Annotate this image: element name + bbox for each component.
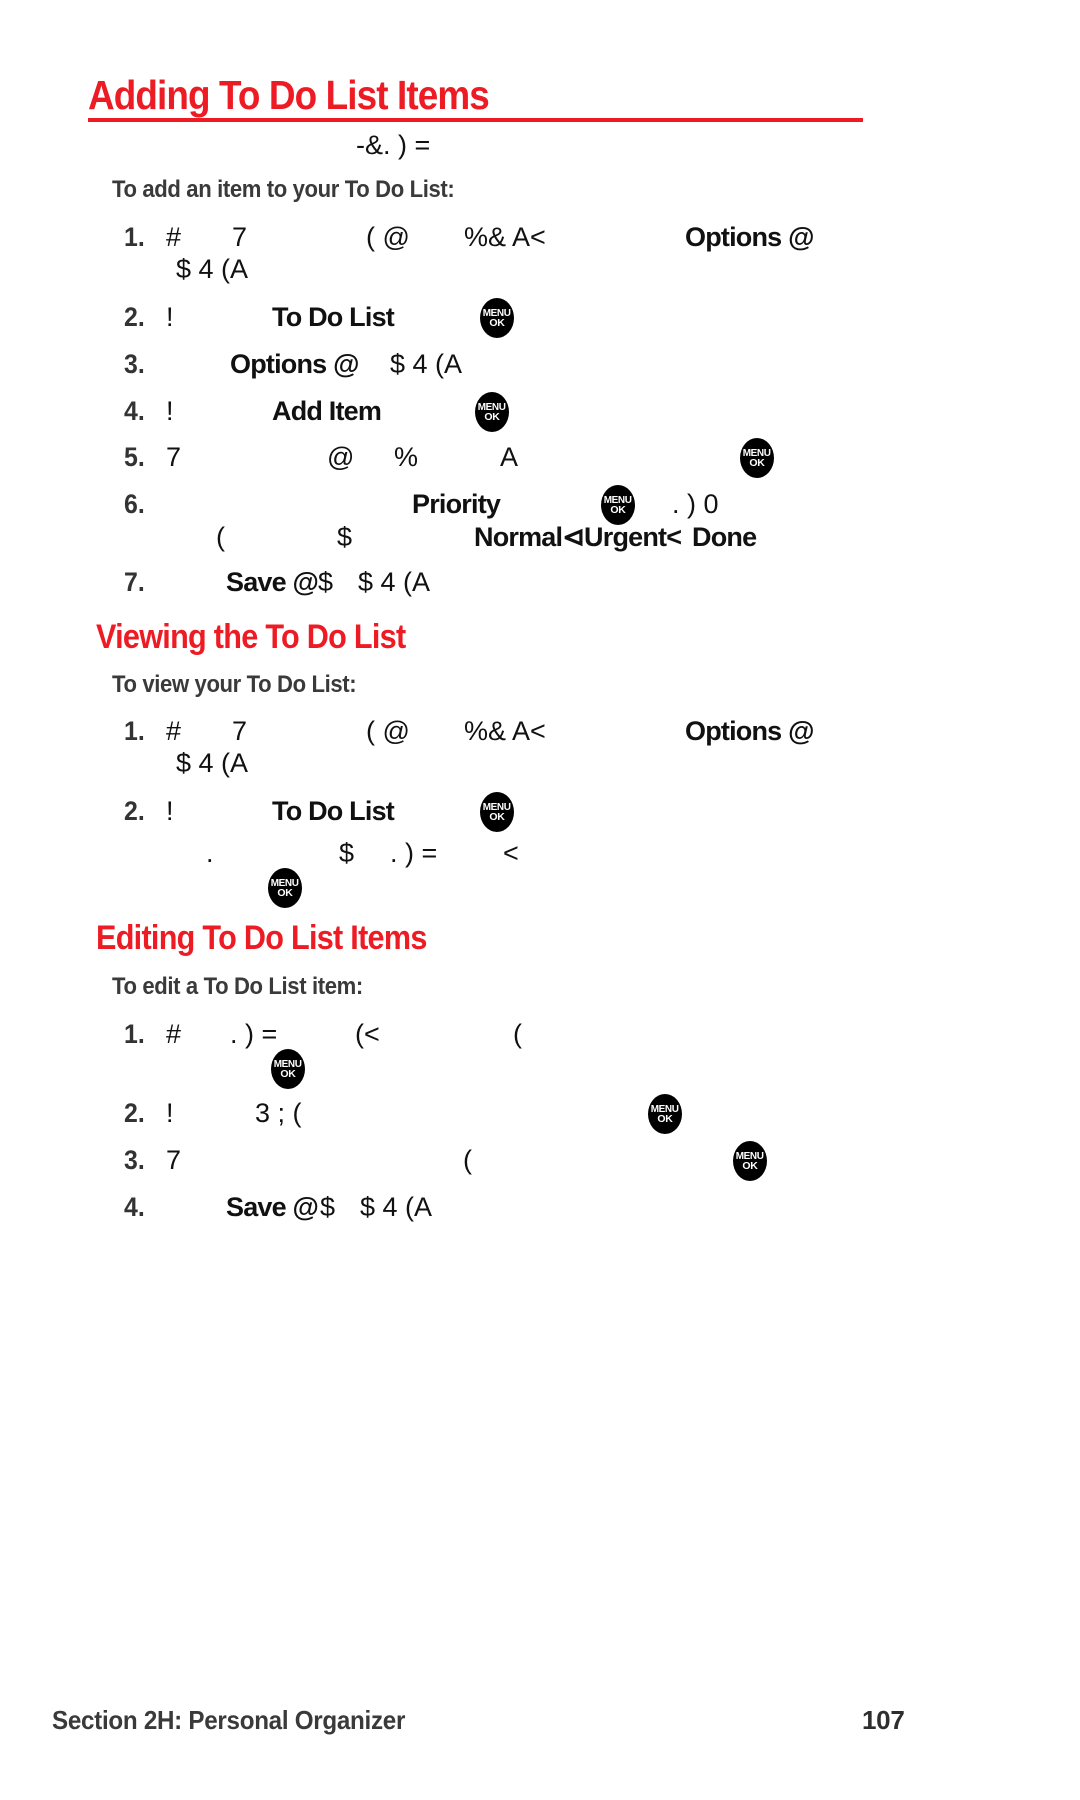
list-item-softkey-save: Save @ [226,567,319,597]
list-item-menu-add-item: Add Item [272,396,382,426]
menu-ok-key-line1: MENU [483,306,511,319]
menu-ok-key-line2: OK [484,411,500,423]
menu-ok-key-line1: MENU [274,1057,302,1070]
menu-ok-key-icon: MENU OK [480,298,514,338]
menu-ok-key-line1: MENU [271,876,299,889]
list-item-text: ( [216,522,225,552]
list-item-text: $ 4 (A [176,254,249,284]
footer-section-label: Section 2H: Personal Organizer [52,1705,406,1735]
list-item-text: ! [166,396,174,426]
menu-ok-key-icon: MENU OK [271,1049,305,1089]
list-item-text: ( [463,1145,472,1175]
lead-glyph-line: -&. ) = [356,130,431,160]
list-item-softkey-options: Options @ [230,349,359,379]
menu-ok-key-icon: MENU OK [648,1094,682,1134]
menu-ok-key-line1: MENU [604,493,632,506]
footer-page-number: 107 [862,1705,905,1735]
list-item-text: . ) = [230,1019,278,1049]
list-item-text: $ [339,838,355,868]
list-item-menu-to-do-list: To Do List [272,796,395,826]
list-item-text: $ 4 (A [360,1192,433,1222]
heading-rule [88,118,863,122]
list-item-text: %& A< [464,222,546,252]
menu-ok-key-line2: OK [489,811,505,823]
list-item-text: # [166,1019,182,1049]
menu-ok-key-line2: OK [610,504,626,516]
list-item-text: %& A< [464,716,546,746]
list-item-text: ! [166,1098,174,1128]
list-item-text: # [166,222,182,252]
list-item-text: @ [327,442,355,472]
list-marker: 2. [124,1098,145,1128]
list-marker: 4. [124,1192,145,1222]
menu-ok-key-icon: MENU OK [733,1141,767,1181]
list-marker: 6. [124,489,145,519]
menu-ok-key-icon: MENU OK [268,868,302,908]
menu-ok-key-line1: MENU [483,800,511,813]
list-marker: 3. [124,349,145,379]
list-item-text: ( @ [366,222,410,252]
list-item-softkey-save: Save @ [226,1192,319,1222]
list-marker: 1. [124,716,145,746]
list-item-text: . [206,838,214,868]
list-item-text: 7 [232,716,248,746]
list-marker: 7. [124,567,145,597]
list-item-text: < [503,838,519,868]
manual-page: Adding To Do List Items -&. ) = To add a… [0,0,1080,1800]
list-item-text: $ [318,567,334,597]
list-item-text: . ) = [390,838,438,868]
list-item-text: ! [166,302,174,332]
list-item-option-done: Done [692,522,757,552]
menu-ok-key-line2: OK [742,1160,758,1172]
list-item-text: 7 [232,222,248,252]
list-item-text: ( @ [366,716,410,746]
menu-ok-key-line2: OK [489,317,505,329]
list-marker: 4. [124,396,145,426]
list-item-text: ! [166,796,174,826]
menu-ok-key-line2: OK [277,887,293,899]
list-item-text: # [166,716,182,746]
intro-viewing: To view your To Do List: [112,671,357,698]
list-item-text: 7 [166,1145,182,1175]
list-marker: 5. [124,442,145,472]
list-item-text: . ) 0 [672,489,719,519]
list-marker: 2. [124,302,145,332]
menu-ok-key-line1: MENU [478,400,506,413]
list-marker: 1. [124,222,145,252]
menu-ok-key-line2: OK [657,1113,673,1125]
menu-ok-key-icon: MENU OK [740,438,774,478]
list-item-menu-to-do-list: To Do List [272,302,395,332]
menu-ok-key-icon: MENU OK [480,792,514,832]
list-item-field-priority: Priority [412,489,501,519]
menu-ok-key-line1: MENU [736,1149,764,1162]
section-heading-adding: Adding To Do List Items [88,72,490,118]
menu-ok-key-line2: OK [749,457,765,469]
intro-adding: To add an item to your To Do List: [112,176,455,203]
list-item-softkey-options: Options @ [685,222,814,252]
menu-ok-key-line2: OK [280,1068,296,1080]
list-item-text: $ 4 (A [358,567,431,597]
menu-ok-key-icon: MENU OK [601,485,635,525]
list-item-options-normal-urgent: Normal⊲Urgent< [474,522,682,552]
list-item-text: 3 ; ( [255,1098,302,1128]
list-item-text: $ [320,1192,336,1222]
list-item-text: $ 4 (A [176,748,249,778]
list-item-text: 7 [166,442,182,472]
menu-ok-key-icon: MENU OK [475,392,509,432]
list-item-text: % [394,442,419,472]
list-item-text: A [500,442,519,472]
list-item-softkey-options: Options @ [685,716,814,746]
list-item-text: (< [355,1019,380,1049]
list-item-text: ( [513,1019,522,1049]
list-marker: 2. [124,796,145,826]
menu-ok-key-line1: MENU [743,446,771,459]
list-marker: 3. [124,1145,145,1175]
intro-editing: To edit a To Do List item: [112,973,363,1000]
list-marker: 1. [124,1019,145,1049]
section-heading-editing: Editing To Do List Items [96,919,427,957]
menu-ok-key-line1: MENU [651,1102,679,1115]
list-item-text: $ [337,522,353,552]
section-heading-viewing: Viewing the To Do List [96,618,406,656]
list-item-text: $ 4 (A [390,349,463,379]
